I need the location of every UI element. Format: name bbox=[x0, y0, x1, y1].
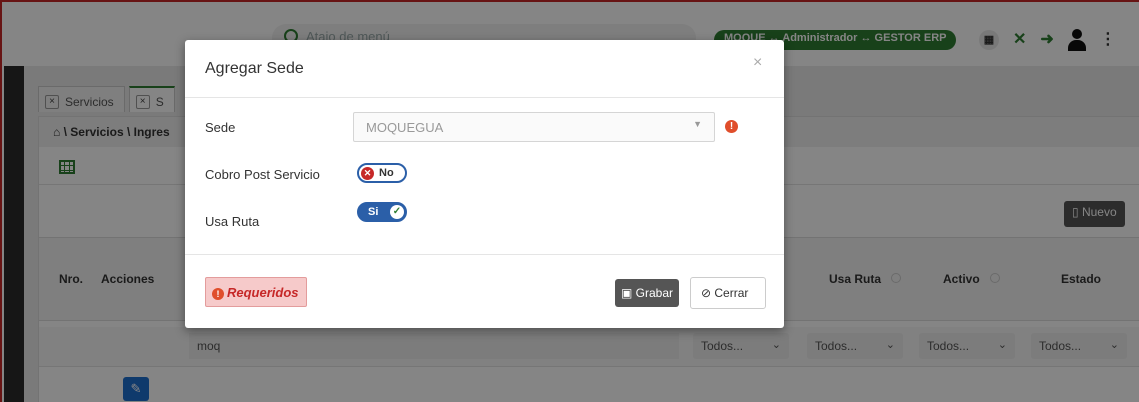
warning-icon: ! bbox=[212, 288, 224, 300]
toggle-text: No bbox=[379, 167, 394, 179]
usa-ruta-toggle[interactable]: Si ✓ bbox=[357, 202, 407, 222]
check-icon: ✓ bbox=[390, 205, 404, 219]
cobro-post-servicio-label: Cobro Post Servicio bbox=[205, 167, 320, 182]
sede-select-value: MOQUEGUA bbox=[366, 120, 444, 135]
ban-icon: ⊘ bbox=[701, 286, 715, 300]
x-icon: ✕ bbox=[361, 167, 374, 180]
sede-select[interactable]: MOQUEGUA ▼ bbox=[353, 112, 715, 142]
modal-header: Agregar Sede × bbox=[185, 40, 784, 98]
modal-footer: ! Requeridos ▣ Grabar ⊘ Cerrar bbox=[185, 254, 784, 328]
requeridos-label: Requeridos bbox=[227, 285, 299, 300]
modal-title: Agregar Sede bbox=[205, 60, 304, 77]
grabar-button[interactable]: ▣ Grabar bbox=[615, 279, 679, 307]
requeridos-badge: ! Requeridos bbox=[205, 277, 307, 307]
caret-down-icon: ▼ bbox=[693, 119, 702, 129]
agregar-sede-modal: Agregar Sede × Sede MOQUEGUA ▼ ! Cobro P… bbox=[185, 40, 784, 328]
cobro-post-servicio-toggle[interactable]: ✕ No bbox=[357, 163, 407, 183]
close-icon[interactable]: × bbox=[753, 54, 762, 72]
cerrar-label: Cerrar bbox=[714, 286, 749, 300]
sede-label: Sede bbox=[205, 120, 236, 135]
cerrar-button[interactable]: ⊘ Cerrar bbox=[690, 277, 766, 309]
save-icon: ▣ bbox=[621, 286, 636, 300]
usa-ruta-label: Usa Ruta bbox=[205, 214, 260, 229]
grabar-label: Grabar bbox=[635, 286, 674, 300]
toggle-text: Si bbox=[368, 206, 379, 218]
required-warning-icon: ! bbox=[725, 120, 738, 133]
